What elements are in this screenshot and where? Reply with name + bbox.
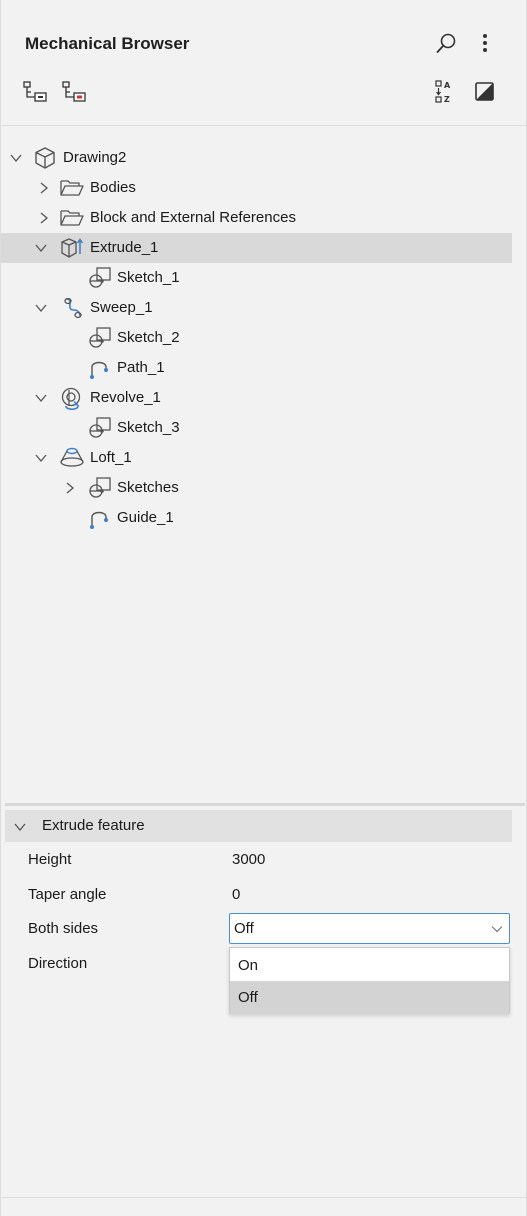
more-options-icon[interactable] (479, 32, 491, 56)
panel-title: Mechanical Browser (25, 34, 190, 53)
tree-node-sweep[interactable]: Sweep_1 (1, 293, 512, 323)
svg-text:A: A (444, 81, 451, 90)
search-icon[interactable] (435, 32, 457, 56)
folder-open-icon (60, 180, 84, 196)
tree-node-label: Sketches (117, 479, 179, 496)
property-label: Taper angle (28, 886, 107, 903)
folder-open-icon (60, 210, 84, 226)
tree-node-loft[interactable]: Loft_1 (1, 443, 512, 473)
sketch-icon (89, 417, 111, 438)
both-sides-select[interactable]: Off (229, 913, 510, 944)
chevron-down-icon[interactable] (34, 241, 48, 255)
guide-curve-icon (90, 511, 108, 529)
tree-node-label: Sketch_2 (117, 329, 180, 346)
sweep-icon (64, 297, 82, 319)
panel-splitter[interactable] (5, 803, 525, 806)
tree-node-path[interactable]: Path_1 (1, 353, 512, 383)
tree-node-extrude[interactable]: Extrude_1 (1, 233, 512, 263)
sort-az-icon[interactable]: A Z (434, 79, 456, 105)
property-row-taper-angle: Taper angle 0 (1, 878, 526, 912)
tree-node-sketch-1[interactable]: Sketch_1 (1, 263, 512, 293)
option-on[interactable]: On (230, 949, 509, 982)
chevron-down-icon[interactable] (491, 925, 503, 933)
tree-node-sketches[interactable]: Sketches (1, 473, 512, 503)
tree-node-label: Path_1 (117, 359, 165, 376)
tree-expand-icon[interactable] (22, 80, 48, 104)
option-off[interactable]: Off (230, 981, 509, 1014)
tree-node-label: Sketch_3 (117, 419, 180, 436)
svg-text:Z: Z (444, 95, 450, 104)
tree-node-label: Block and External References (90, 209, 296, 226)
property-section-title: Extrude feature (42, 817, 145, 834)
revolve-icon (61, 387, 81, 410)
property-label: Both sides (28, 920, 99, 937)
property-label: Height (28, 851, 72, 868)
mechanical-browser-panel: Mechanical Browser A Z Drawing2 Bodies B… (0, 0, 527, 1216)
height-value[interactable]: 3000 (232, 843, 265, 877)
path-icon (90, 361, 108, 379)
chevron-down-icon[interactable] (34, 451, 48, 465)
sketch-icon (89, 477, 111, 498)
tree-node-label: Bodies (90, 179, 136, 196)
tree-node-revolve[interactable]: Revolve_1 (1, 383, 512, 413)
tree-node-bodies[interactable]: Bodies (1, 173, 512, 203)
tree-node-sketch-3[interactable]: Sketch_3 (1, 413, 512, 443)
display-mode-icon[interactable] (474, 81, 496, 103)
chevron-down-icon[interactable] (13, 821, 27, 833)
property-row-height: Height 3000 (1, 843, 526, 877)
sketch-icon (89, 267, 111, 288)
tree-node-label: Sketch_1 (117, 269, 180, 286)
panel-header: Mechanical Browser A Z (1, 0, 526, 127)
chevron-down-icon[interactable] (9, 151, 23, 165)
tree-node-label: Guide_1 (117, 509, 174, 526)
tree-node-label: Loft_1 (90, 449, 132, 466)
tree-node-label: Extrude_1 (90, 239, 159, 256)
chevron-down-icon[interactable] (34, 301, 48, 315)
tree-collapse-icon[interactable] (61, 80, 87, 104)
tree-node-drawing[interactable]: Drawing2 (1, 143, 512, 173)
tree-node-block-references[interactable]: Block and External References (1, 203, 512, 233)
loft-icon (60, 447, 84, 467)
sketch-icon (89, 327, 111, 348)
chevron-right-icon[interactable] (37, 211, 51, 225)
select-value: Off (234, 920, 254, 937)
tree-node-label: Drawing2 (63, 149, 127, 166)
tree-node-label: Sweep_1 (90, 299, 153, 316)
property-label: Direction (28, 955, 88, 972)
header-divider (1, 125, 526, 126)
tree-node-sketch-2[interactable]: Sketch_2 (1, 323, 512, 353)
both-sides-dropdown-list: On Off (229, 947, 510, 1014)
property-section-header[interactable]: Extrude feature (5, 810, 512, 842)
bottom-divider (1, 1197, 526, 1198)
chevron-right-icon[interactable] (37, 181, 51, 195)
chevron-right-icon[interactable] (63, 481, 77, 495)
taper-angle-value[interactable]: 0 (232, 878, 240, 912)
tree-node-label: Revolve_1 (90, 389, 161, 406)
drawing-cube-icon (35, 147, 55, 169)
chevron-down-icon[interactable] (34, 391, 48, 405)
tree-node-guide[interactable]: Guide_1 (1, 503, 512, 533)
extrude-icon (61, 238, 84, 258)
